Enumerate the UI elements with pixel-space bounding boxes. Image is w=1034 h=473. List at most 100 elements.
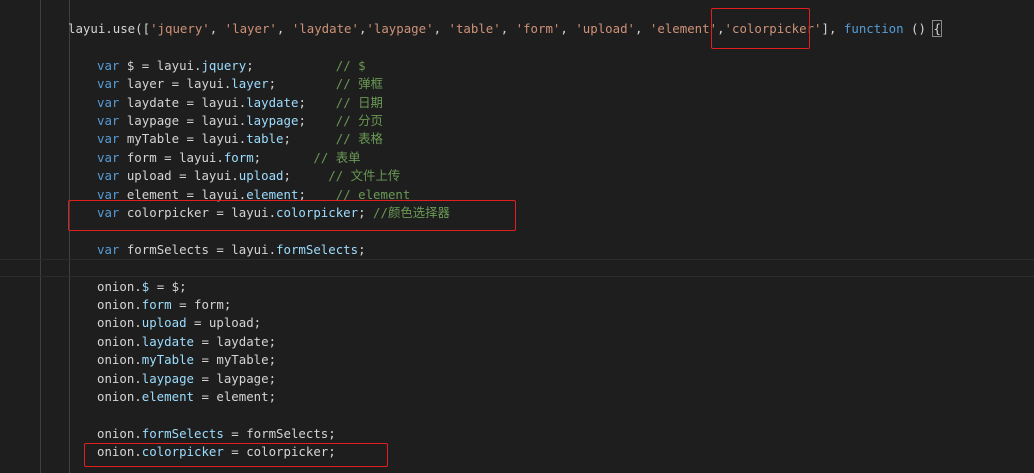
line-content: onion.formSelects = formSelects; (97, 425, 336, 443)
code-line[interactable]: onion.laydate = laydate; (0, 333, 1034, 351)
code-token: , (276, 21, 292, 36)
code-token: formSelects = layui. (119, 241, 277, 257)
code-line[interactable] (0, 38, 1034, 56)
code-token: ; (298, 113, 336, 128)
identifier-token: colorpicker (141, 444, 224, 460)
string-token: 'colorpicker' (724, 21, 822, 36)
line-content: var layer = layui.layer; // 弹框 (97, 75, 383, 93)
comment-token: // $ (335, 57, 366, 73)
code-token: $ = layui. (119, 57, 202, 73)
code-token: ; (283, 168, 329, 184)
identifier-token: laydate (141, 333, 194, 349)
code-token: form = layui. (119, 149, 224, 165)
code-line[interactable]: var element = layui.element; // element (0, 186, 1034, 204)
identifier-token: upload (141, 315, 187, 331)
keyword-token: var (97, 241, 120, 257)
code-line[interactable]: onion.element = element; (0, 388, 1034, 406)
keyword-token: var (97, 131, 120, 147)
code-line[interactable]: var myTable = layui.table; // 表格 (0, 130, 1034, 148)
code-line[interactable]: var layer = layui.layer; // 弹框 (0, 75, 1034, 93)
code-token: upload = layui. (119, 168, 239, 184)
code-token: , (560, 21, 576, 36)
keyword-token: var (97, 57, 120, 73)
code-token: onion. (97, 333, 142, 349)
code-token: ; (298, 186, 336, 202)
code-token: ; (358, 241, 366, 257)
line-content: var form = layui.form; // 表单 (97, 149, 361, 167)
code-token: , (209, 21, 225, 36)
code-token: = $; (149, 278, 187, 294)
code-token: ; (283, 131, 336, 147)
code-line-current[interactable] (0, 259, 1034, 278)
code-token: onion. (97, 425, 142, 441)
code-token: = element; (193, 389, 277, 404)
string-token: 'upload' (575, 21, 635, 36)
code-line[interactable] (0, 222, 1034, 240)
code-token: ; (253, 149, 314, 165)
code-line[interactable]: onion.myTable = myTable; (0, 351, 1034, 369)
code-line[interactable]: onion.laypage = laypage; (0, 370, 1034, 388)
code-token: = laypage; (193, 370, 277, 386)
code-line[interactable]: onion.formSelects = formSelects; (0, 425, 1034, 443)
code-token: , (433, 21, 449, 36)
code-token: = upload; (186, 315, 262, 331)
code-line[interactable]: var colorpicker = layui.colorpicker; //颜… (0, 204, 1034, 222)
code-token: laypage = layui. (119, 113, 247, 128)
code-token: ; (358, 205, 374, 220)
code-token: myTable = layui. (119, 131, 247, 147)
code-token: () (903, 21, 934, 36)
identifier-token: jquery (201, 57, 247, 73)
code-token: , (717, 21, 725, 36)
code-token: onion. (97, 444, 142, 460)
code-token: = myTable; (193, 352, 277, 368)
code-line[interactable] (0, 406, 1034, 424)
code-token: layui.use([ (68, 21, 151, 36)
code-line[interactable]: var $ = layui.jquery; // $ (0, 57, 1034, 75)
line-content: var formSelects = layui.formSelects; (97, 241, 366, 259)
code-token: = laydate; (193, 333, 277, 349)
comment-token: // 文件上传 (328, 168, 401, 184)
line-content: var $ = layui.jquery; // $ (97, 57, 366, 75)
identifier-token: table (246, 131, 284, 147)
code-line[interactable]: onion.$ = $; (0, 278, 1034, 296)
line-content: var laydate = layui.laydate; // 日期 (97, 94, 383, 112)
code-line[interactable]: var formSelects = layui.formSelects; (0, 241, 1034, 259)
code-line[interactable]: var laypage = layui.laypage; // 分页 (0, 112, 1034, 130)
code-token: onion. (97, 297, 142, 312)
keyword-token: var (97, 205, 120, 220)
code-token: { (932, 20, 942, 37)
keyword-token: var (97, 186, 120, 202)
line-content: var upload = layui.upload; // 文件上传 (97, 167, 400, 185)
code-line[interactable]: var form = layui.form; // 表单 (0, 149, 1034, 167)
code-token: onion. (97, 278, 142, 294)
string-token: 'form' (515, 21, 561, 36)
identifier-token: myTable (141, 352, 194, 368)
identifier-token: element (141, 389, 194, 404)
code-line[interactable]: var laydate = layui.laydate; // 日期 (0, 94, 1034, 112)
comment-token: // 表格 (335, 131, 383, 147)
line-content: onion.myTable = myTable; (97, 351, 276, 369)
identifier-token: form (223, 149, 254, 165)
string-token: 'laydate' (291, 21, 359, 36)
identifier-token: colorpicker (276, 205, 359, 220)
line-content: layui.use(['jquery', 'layer', 'laydate',… (68, 20, 942, 38)
code-line[interactable]: layui.use(['jquery', 'layer', 'laydate',… (0, 20, 1034, 38)
code-editor[interactable]: layui.use(['jquery', 'layer', 'laydate',… (0, 0, 1034, 473)
code-line[interactable]: onion.colorpicker = colorpicker; (0, 443, 1034, 461)
code-token: ; (268, 76, 336, 92)
code-token: layer = layui. (119, 76, 232, 92)
keyword-token: var (97, 76, 120, 92)
string-token: 'jquery' (150, 21, 210, 36)
comment-token: // 弹框 (335, 76, 383, 92)
code-line[interactable]: onion.form = form; (0, 296, 1034, 314)
code-token: laydate = layui. (119, 94, 247, 110)
comment-token: // 表单 (313, 149, 361, 165)
code-token: , (635, 21, 650, 36)
line-content: onion.form = form; (97, 296, 231, 314)
line-content: onion.laypage = laypage; (97, 370, 276, 388)
code-line[interactable]: var upload = layui.upload; // 文件上传 (0, 167, 1034, 185)
code-token: ; (298, 94, 336, 110)
code-line[interactable]: onion.upload = upload; (0, 314, 1034, 332)
identifier-token: layer (231, 76, 269, 92)
line-content: var element = layui.element; // element (97, 186, 410, 204)
